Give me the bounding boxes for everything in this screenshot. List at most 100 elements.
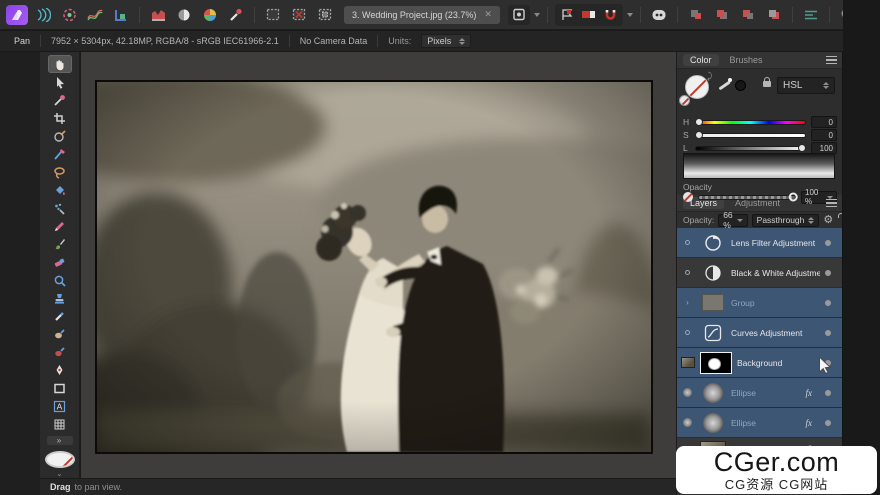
panel-menu-icon[interactable] bbox=[826, 199, 837, 207]
snapping-dropdown-icon[interactable] bbox=[627, 13, 633, 17]
close-tab-icon[interactable]: ✕ bbox=[484, 9, 492, 20]
colour-opacity-thumb[interactable] bbox=[789, 193, 798, 202]
layer-effects-badge[interactable]: fx bbox=[806, 388, 813, 398]
layer-row-curves[interactable]: Curves Adjustment bbox=[677, 318, 843, 347]
shade-gradient-box[interactable] bbox=[683, 153, 835, 179]
colour-mode-select[interactable]: HSL bbox=[777, 77, 835, 94]
picked-colour-well[interactable] bbox=[735, 80, 746, 91]
dodge-tool[interactable] bbox=[48, 325, 72, 343]
assistant-button[interactable] bbox=[648, 5, 670, 25]
visibility-checkbox[interactable] bbox=[825, 420, 831, 426]
tone-mapping-persona-button[interactable] bbox=[84, 5, 106, 25]
flood-select-tool[interactable] bbox=[48, 163, 72, 181]
photo-persona-button[interactable] bbox=[6, 5, 28, 25]
visibility-checkbox[interactable] bbox=[825, 330, 831, 336]
auto-colour-button[interactable] bbox=[199, 5, 221, 25]
ellipse-thumbnail[interactable] bbox=[700, 412, 726, 433]
paint-brush-tool[interactable] bbox=[48, 235, 72, 253]
invert-selection-button[interactable] bbox=[314, 5, 336, 25]
layer-row-black-white[interactable]: Black & White Adjustment bbox=[677, 258, 843, 287]
panel-menu-icon[interactable] bbox=[826, 56, 837, 64]
pencil-tool[interactable] bbox=[48, 217, 72, 235]
document-tab[interactable]: 3. Wedding Project.jpg (23.7%) ✕ bbox=[344, 6, 500, 24]
burn-tool[interactable] bbox=[48, 343, 72, 361]
move-to-back-button[interactable] bbox=[763, 5, 785, 25]
canvas-viewport[interactable] bbox=[81, 52, 676, 478]
visibility-checkbox[interactable] bbox=[825, 270, 831, 276]
active-colour-swatch[interactable] bbox=[45, 451, 75, 468]
export-persona-button[interactable] bbox=[110, 5, 132, 25]
brush-selection-tool[interactable] bbox=[48, 199, 72, 217]
lightness-slider[interactable] bbox=[695, 146, 806, 151]
auto-white-balance-button[interactable] bbox=[225, 5, 247, 25]
hue-slider-thumb[interactable] bbox=[695, 118, 703, 126]
tab-color[interactable]: Color bbox=[683, 54, 719, 66]
colour-picker-tool[interactable] bbox=[48, 91, 72, 109]
blend-mode-select[interactable]: Passthrough bbox=[752, 214, 820, 227]
move-forward-button[interactable] bbox=[711, 5, 733, 25]
move-to-front-button[interactable] bbox=[685, 5, 707, 25]
move-tool[interactable] bbox=[48, 73, 72, 91]
group-expand-icon[interactable]: › bbox=[680, 298, 695, 307]
no-colour-icon[interactable] bbox=[683, 192, 693, 202]
curves-icon[interactable] bbox=[700, 322, 726, 343]
marquee-tool[interactable] bbox=[48, 181, 72, 199]
ellipse-thumbnail[interactable] bbox=[700, 382, 726, 403]
layer-row-lens-filter[interactable]: Lens Filter Adjustment bbox=[677, 228, 843, 257]
snapping-magnet-button[interactable] bbox=[600, 5, 622, 25]
layer-row-ellipse-2[interactable]: Ellipse fx bbox=[677, 408, 843, 437]
visibility-checkbox[interactable] bbox=[825, 300, 831, 306]
pen-tool[interactable] bbox=[48, 361, 72, 379]
document-photo[interactable] bbox=[95, 80, 653, 454]
view-mode-dropdown-icon[interactable] bbox=[534, 13, 540, 17]
saturation-slider[interactable] bbox=[695, 133, 806, 138]
alignment-button[interactable] bbox=[800, 5, 822, 25]
auto-contrast-button[interactable] bbox=[173, 5, 195, 25]
auto-levels-button[interactable] bbox=[147, 5, 169, 25]
layers-opacity-select[interactable]: 66 % bbox=[718, 214, 747, 227]
liquify-persona-button[interactable] bbox=[32, 5, 54, 25]
move-backward-button[interactable] bbox=[737, 5, 759, 25]
healing-tool[interactable] bbox=[48, 307, 72, 325]
colour-picker-icon[interactable] bbox=[717, 77, 733, 93]
snapping-flag-button[interactable] bbox=[556, 5, 578, 25]
blur-tool[interactable] bbox=[48, 271, 72, 289]
group-thumbnail[interactable] bbox=[700, 292, 726, 313]
clone-tool[interactable] bbox=[48, 289, 72, 307]
units-select[interactable]: Pixels bbox=[421, 34, 471, 48]
swap-colours-icon[interactable]: ⌄ bbox=[56, 469, 63, 478]
hue-value[interactable]: 0 bbox=[811, 116, 837, 128]
text-tool[interactable]: A bbox=[48, 397, 72, 415]
gear-icon[interactable]: ⚙ bbox=[823, 215, 833, 226]
crop-tool[interactable] bbox=[48, 109, 72, 127]
view-tool[interactable] bbox=[48, 55, 72, 73]
layer-mini-thumb bbox=[680, 240, 695, 245]
selection-brush-tool[interactable] bbox=[48, 127, 72, 145]
layer-row-ellipse-1[interactable]: Ellipse fx bbox=[677, 378, 843, 407]
erase-tool[interactable] bbox=[48, 253, 72, 271]
saturation-slider-thumb[interactable] bbox=[695, 131, 703, 139]
tab-brushes[interactable]: Brushes bbox=[723, 54, 770, 66]
develop-persona-button[interactable] bbox=[58, 5, 80, 25]
select-all-button[interactable] bbox=[262, 5, 284, 25]
freehand-selection-tool[interactable] bbox=[48, 145, 72, 163]
saturation-value[interactable]: 0 bbox=[811, 129, 837, 141]
colour-opacity-slider[interactable] bbox=[698, 195, 796, 200]
rectangle-tool[interactable] bbox=[48, 379, 72, 397]
layer-effects-badge[interactable]: fx bbox=[806, 418, 813, 428]
mask-thumbnail[interactable] bbox=[700, 352, 732, 374]
visibility-checkbox[interactable] bbox=[825, 240, 831, 246]
lens-filter-icon[interactable] bbox=[700, 232, 726, 253]
stroke-colour-swatch[interactable] bbox=[679, 95, 690, 106]
mesh-warp-tool[interactable] bbox=[48, 415, 72, 433]
black-white-icon[interactable] bbox=[700, 262, 726, 283]
snapping-bounds-button[interactable] bbox=[578, 5, 600, 25]
lock-icon[interactable] bbox=[763, 81, 771, 87]
hue-slider[interactable] bbox=[695, 120, 806, 125]
visibility-checkbox[interactable] bbox=[825, 390, 831, 396]
view-mode-button[interactable] bbox=[508, 5, 530, 25]
lightness-slider-thumb[interactable] bbox=[798, 144, 806, 152]
deselect-button[interactable] bbox=[288, 5, 310, 25]
more-tools-button[interactable]: » bbox=[47, 436, 73, 445]
layer-row-group[interactable]: › Group bbox=[677, 288, 843, 317]
